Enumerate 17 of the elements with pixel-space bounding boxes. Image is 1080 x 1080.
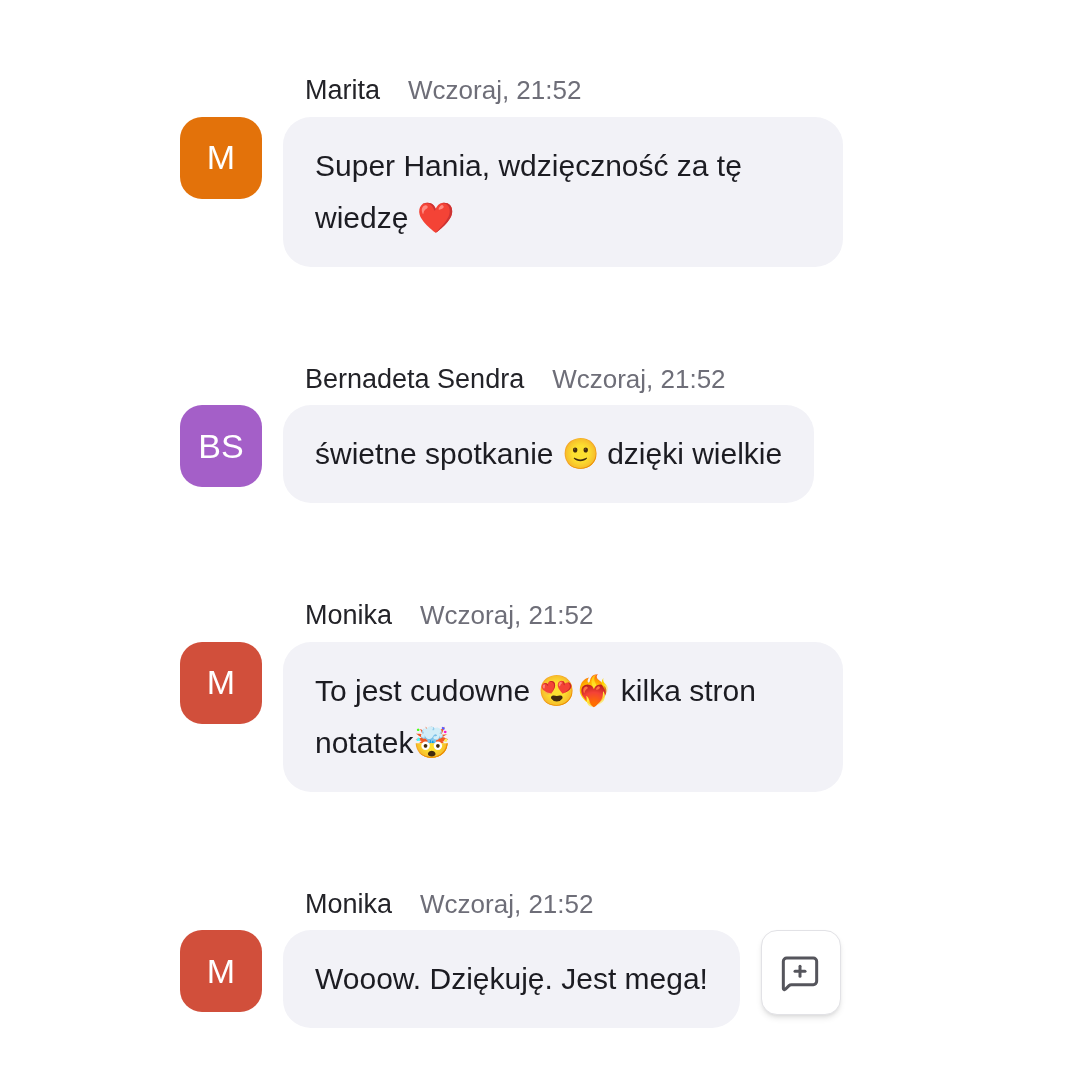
message-time: Wczoraj, 21:52	[552, 362, 726, 396]
message-time: Wczoraj, 21:52	[420, 599, 594, 632]
author-name: Monika	[305, 599, 393, 632]
message-time: Wczoraj, 21:52	[408, 74, 582, 107]
message-bubble: Super Hania, wdzięczność za tę wiedzę ❤	[283, 116, 843, 267]
avatar[interactable]: M	[180, 930, 262, 1012]
message-bubble: Wooow. Dziękuję. Jest mega!	[283, 930, 740, 1028]
message-time: Wczoraj, 21:52	[420, 887, 594, 921]
reply-button[interactable]	[760, 930, 841, 1015]
avatar[interactable]: M	[180, 116, 262, 199]
author-name: Bernadeta Sendra	[305, 362, 525, 396]
author-name: Marita	[305, 74, 380, 107]
message-bubble: świetne spotkanie 🙂 dzięki wielkie	[283, 405, 815, 503]
avatar[interactable]: M	[180, 641, 262, 724]
author-name: Monika	[305, 887, 393, 921]
message-bubble: To jest cudowne 😍❤‍🔥 kilka stron notatek🤯	[283, 641, 843, 792]
avatar[interactable]: BS	[180, 405, 262, 487]
